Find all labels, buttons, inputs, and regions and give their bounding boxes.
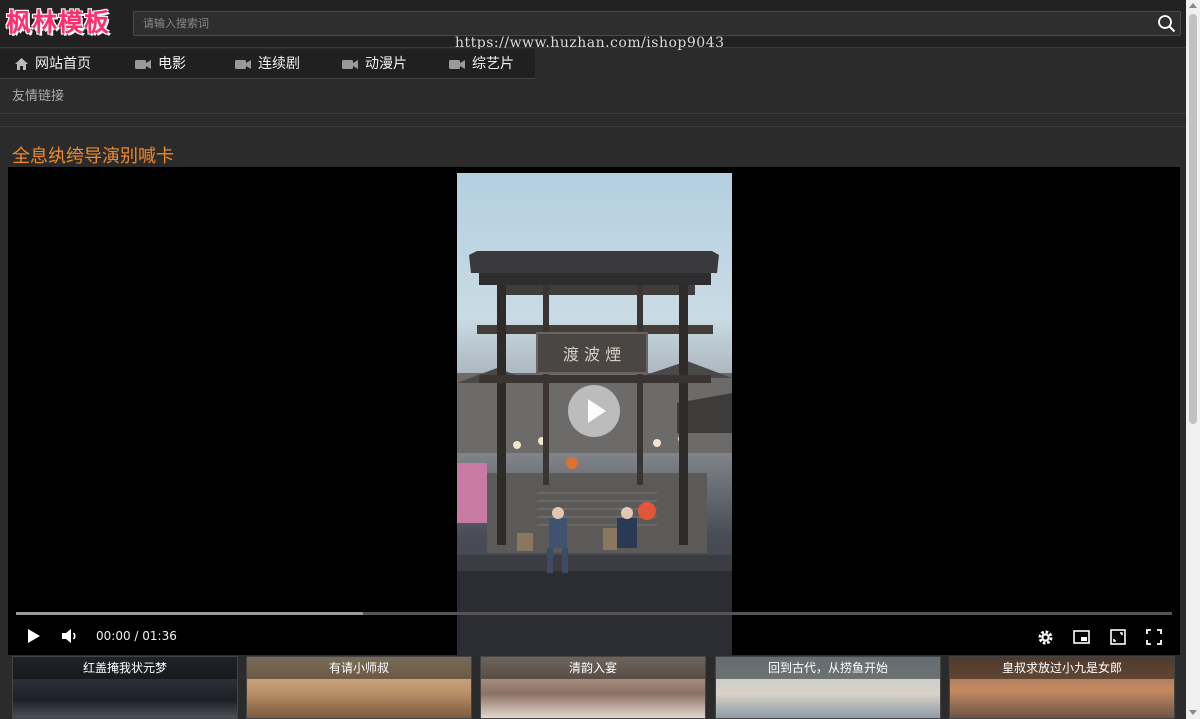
page-scrollbar[interactable]: [1186, 0, 1200, 719]
search-input[interactable]: [134, 12, 1149, 35]
picture-in-picture-button[interactable]: [1072, 628, 1090, 646]
fullscreen-button[interactable]: [1145, 628, 1163, 646]
scroll-up-icon[interactable]: [1189, 3, 1197, 8]
volume-button[interactable]: [61, 627, 79, 645]
nav-item-home[interactable]: 网站首页: [15, 49, 91, 79]
related-videos: 红盖掩我状元梦 有请小师叔 清韵入宴 回到古代，从捞鱼开始 皇叔求放过小九是女郎: [12, 656, 1188, 719]
search-bar: [133, 11, 1181, 36]
nav-label: 综艺片: [472, 56, 514, 72]
gate-sign-text: 渡 波 煙: [563, 345, 621, 364]
site-logo[interactable]: 枫林模板: [6, 6, 110, 40]
video-card-title: 红盖掩我状元梦: [13, 657, 237, 679]
nav-item-movie[interactable]: 电影: [135, 49, 186, 79]
nav-label: 动漫片: [365, 56, 407, 72]
video-camera-icon: [235, 59, 251, 70]
time-display: 00:00 / 01:36: [96, 629, 177, 643]
gear-icon: [1038, 630, 1052, 644]
video-camera-icon: [135, 59, 151, 70]
scroll-down-icon[interactable]: [1189, 710, 1197, 715]
settings-button[interactable]: [1036, 628, 1054, 646]
web-fullscreen-icon: [1110, 629, 1126, 645]
divider: [0, 126, 1186, 127]
video-camera-icon: [449, 59, 465, 70]
video-card-title: 回到古代，从捞鱼开始: [716, 657, 940, 679]
big-play-button[interactable]: [568, 385, 620, 437]
nav-label: 电影: [158, 56, 186, 72]
video-card[interactable]: 回到古代，从捞鱼开始: [715, 656, 941, 719]
main-nav: 网站首页 电影 连续剧 动漫片 综艺片: [0, 49, 535, 79]
nav-label: 连续剧: [258, 56, 300, 72]
divider: [0, 113, 1186, 114]
progress-bar[interactable]: [16, 612, 1172, 615]
home-icon: [15, 58, 28, 70]
video-title: 全息纨绔导演别喊卡: [12, 146, 174, 167]
video-card-title: 皇叔求放过小九是女郎: [950, 657, 1174, 679]
web-fullscreen-button[interactable]: [1109, 628, 1127, 646]
fullscreen-icon: [1146, 629, 1162, 645]
friend-links-label[interactable]: 友情链接: [12, 85, 64, 104]
video-card[interactable]: 红盖掩我状元梦: [12, 656, 238, 719]
nav-label: 网站首页: [35, 56, 91, 72]
nav-item-series[interactable]: 连续剧: [235, 49, 300, 79]
nav-item-anime[interactable]: 动漫片: [342, 49, 407, 79]
video-card-title: 有请小师叔: [247, 657, 471, 679]
video-camera-icon: [342, 59, 358, 70]
nav-item-variety[interactable]: 综艺片: [449, 49, 514, 79]
video-card[interactable]: 清韵入宴: [480, 656, 706, 719]
play-button[interactable]: [26, 627, 42, 645]
volume-icon: [62, 629, 76, 643]
video-card[interactable]: 皇叔求放过小九是女郎: [949, 656, 1175, 719]
video-player[interactable]: 渡 波 煙 00:00 / 01:36: [8, 167, 1180, 655]
video-card[interactable]: 有请小师叔: [246, 656, 472, 719]
search-button[interactable]: [1157, 14, 1177, 34]
picture-in-picture-icon: [1072, 630, 1090, 644]
play-icon: [28, 629, 40, 643]
progress-buffered: [16, 612, 363, 615]
video-card-title: 清韵入宴: [481, 657, 705, 679]
scrollbar-thumb[interactable]: [1189, 14, 1197, 424]
search-icon: [1158, 15, 1176, 33]
